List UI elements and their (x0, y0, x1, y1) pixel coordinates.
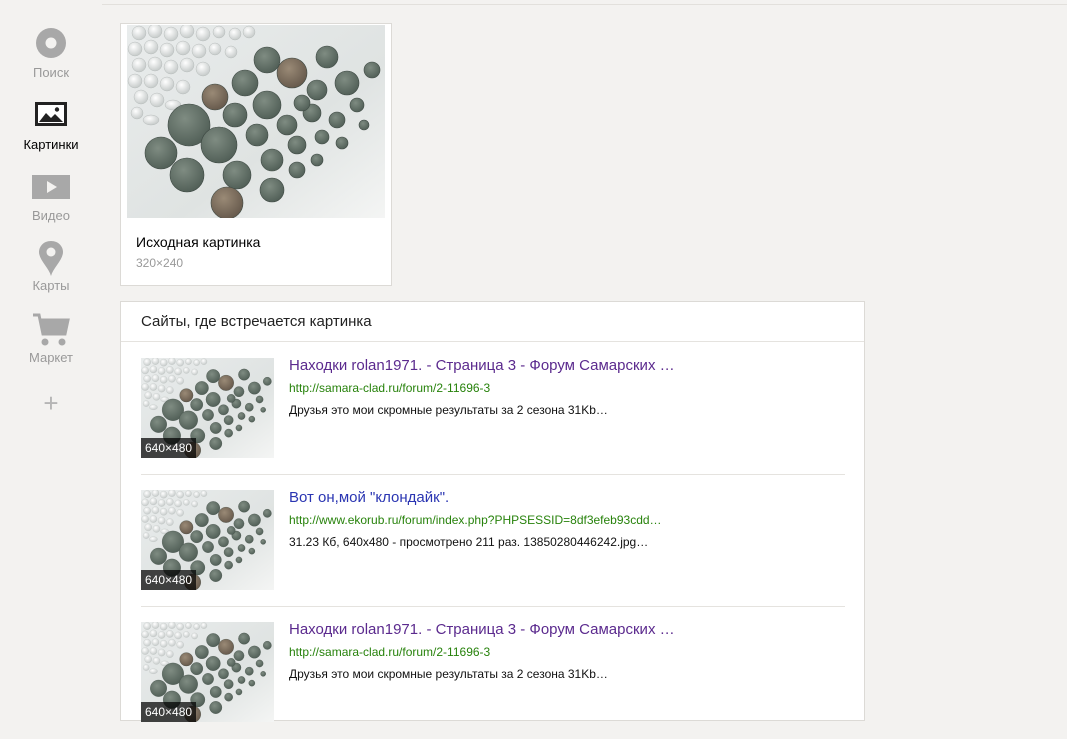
services-sidebar: Поиск Картинки Видео Карты Маркет + (0, 0, 102, 698)
sites-panel-title: Сайты, где встречается картинка (121, 302, 864, 342)
result-title-link[interactable]: Вот он,мой "клондайк". (289, 489, 449, 506)
site-result: 640×480 Находки rolan1971. - Страница 3 … (141, 343, 845, 475)
sidebar-item-search[interactable]: Поиск (0, 27, 102, 80)
sidebar-item-video[interactable]: Видео (0, 174, 102, 223)
result-size-badge: 640×480 (141, 570, 197, 590)
picture-icon (0, 101, 102, 137)
result-size-badge: 640×480 (141, 702, 197, 722)
search-circle-icon (0, 27, 102, 63)
sidebar-item-label: Поиск (32, 65, 70, 80)
sidebar-item-images[interactable]: Картинки (0, 101, 102, 152)
site-result: 640×480 Вот он,мой "клондайк". http://ww… (141, 475, 845, 607)
result-description: 31.23 Кб, 640x480 - просмотрено 211 раз.… (289, 535, 649, 549)
result-url-link[interactable]: http://samara-clad.ru/forum/2-11696-3 (289, 381, 490, 395)
sites-panel: Сайты, где встречается картинка 640×480 … (120, 301, 865, 722)
sidebar-item-maps[interactable]: Карты (0, 240, 102, 293)
sidebar-item-market[interactable]: Маркет (0, 312, 102, 365)
sidebar-item-label: Видео (32, 208, 70, 223)
map-pin-icon (0, 240, 102, 276)
source-image-thumbnail[interactable] (127, 25, 385, 218)
source-image-card: Исходная картинка 320×240 (120, 23, 392, 286)
sidebar-item-label: Карты (32, 278, 70, 293)
result-description: Друзья это мои скромные результаты за 2 … (289, 403, 608, 417)
site-result: 640×480 Находки rolan1971. - Страница 3 … (141, 607, 845, 739)
result-title-link[interactable]: Находки rolan1971. - Страница 3 - Форум … (289, 357, 675, 374)
sidebar-item-label: Картинки (23, 137, 79, 152)
result-title-link[interactable]: Находки rolan1971. - Страница 3 - Форум … (289, 621, 675, 638)
top-divider (102, 4, 1067, 5)
result-description: Друзья это мои скромные результаты за 2 … (289, 667, 608, 681)
more-services-button[interactable]: + (0, 390, 102, 416)
video-play-icon (0, 174, 102, 210)
sidebar-item-label: Маркет (28, 350, 74, 365)
result-url-link[interactable]: http://www.ekorub.ru/forum/index.php?PHP… (289, 513, 662, 527)
source-image-size: 320×240 (136, 256, 184, 270)
result-size-badge: 640×480 (141, 438, 197, 458)
result-url-link[interactable]: http://samara-clad.ru/forum/2-11696-3 (289, 645, 490, 659)
shopping-cart-icon (0, 312, 102, 348)
source-image-title: Исходная картинка (136, 234, 261, 250)
